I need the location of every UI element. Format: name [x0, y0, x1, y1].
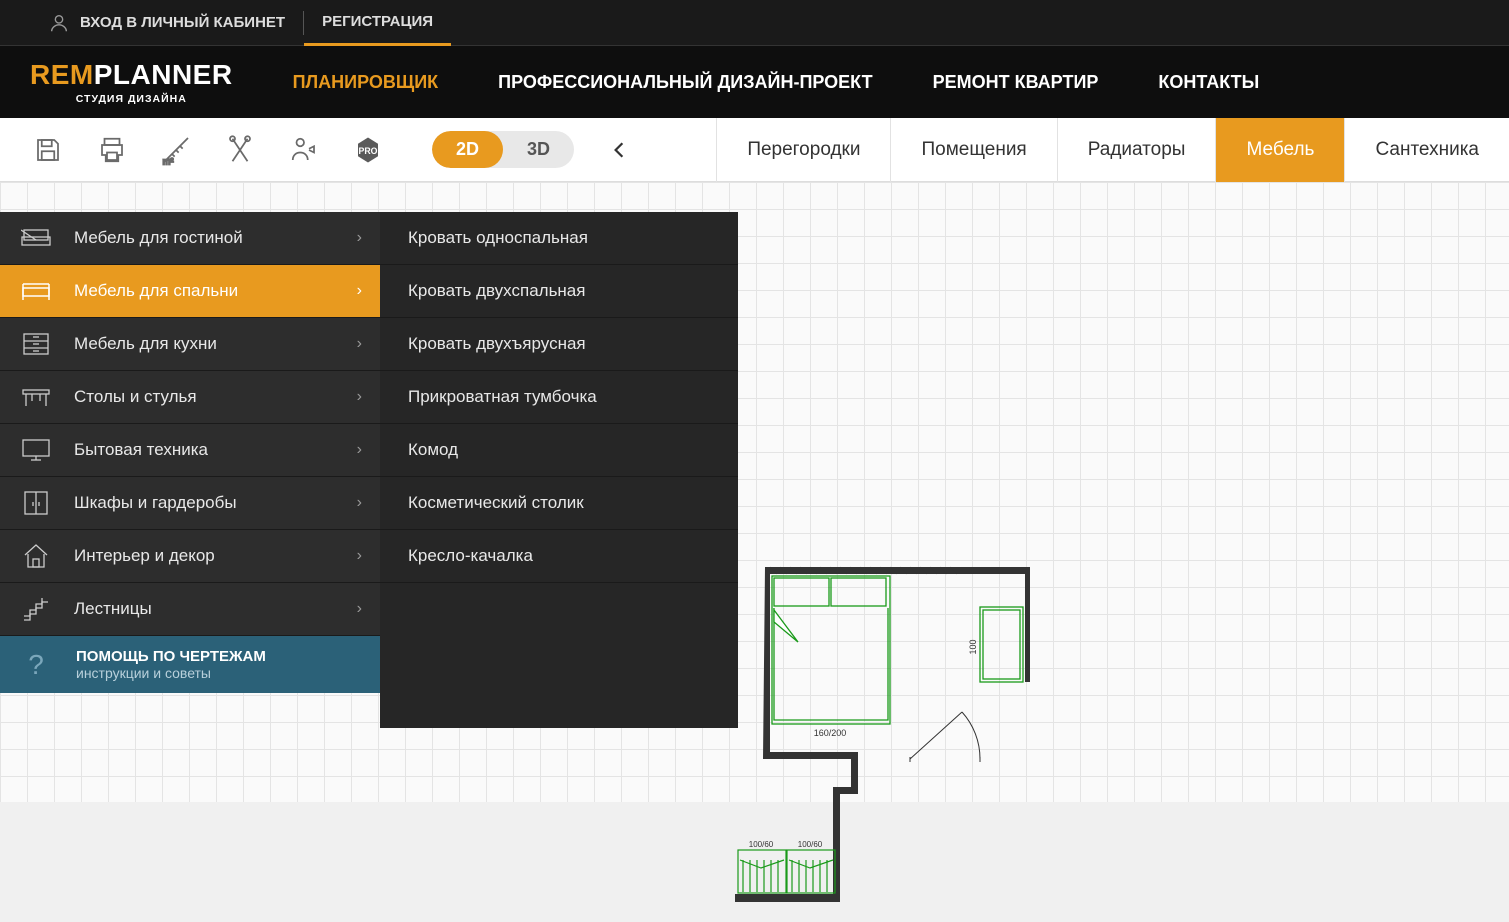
- sub-vanity[interactable]: Косметический столик: [380, 477, 738, 530]
- tab-plumbing[interactable]: Сантехника: [1344, 118, 1509, 182]
- question-icon: ?: [18, 649, 54, 681]
- register-link[interactable]: РЕГИСТРАЦИЯ: [304, 0, 451, 46]
- tab-rooms[interactable]: Помещения: [890, 118, 1056, 182]
- floorplan[interactable]: 160/200 100 100/6: [730, 562, 1060, 922]
- header: REMPLANNER СТУДИЯ ДИЗАЙНА ПЛАНИРОВЩИК ПР…: [0, 46, 1509, 118]
- sub-nightstand[interactable]: Прикроватная тумбочка: [380, 371, 738, 424]
- help-item[interactable]: ? ПОМОЩЬ ПО ЧЕРТЕЖАМ инструкции и советы: [0, 636, 380, 693]
- help-title: ПОМОЩЬ ПО ЧЕРТЕЖАМ: [76, 648, 266, 665]
- cat-label: Мебель для гостиной: [74, 228, 357, 248]
- cat-label: Столы и стулья: [74, 387, 357, 407]
- cat-label: Бытовая техника: [74, 440, 357, 460]
- pro-badge-icon[interactable]: PRO: [350, 132, 386, 168]
- tab-radiators[interactable]: Радиаторы: [1057, 118, 1216, 182]
- chevron-right-icon: ›: [357, 388, 362, 406]
- view-2d-button[interactable]: 2D: [432, 131, 503, 168]
- house-icon: [18, 543, 54, 569]
- cat-decor[interactable]: Интерьер и декор ›: [0, 530, 380, 583]
- stairs-icon: [18, 596, 54, 622]
- logo-planner: PLANNER: [94, 59, 233, 90]
- save-icon[interactable]: [30, 132, 66, 168]
- chevron-right-icon: ›: [357, 547, 362, 565]
- wardrobe-icon: [18, 490, 54, 516]
- login-link[interactable]: ВХОД В ЛИЧНЫЙ КАБИНЕТ: [30, 0, 303, 46]
- cat-bedroom[interactable]: Мебель для спальни ›: [0, 265, 380, 318]
- register-label: РЕГИСТРАЦИЯ: [322, 13, 433, 30]
- cat-stairs[interactable]: Лестницы ›: [0, 583, 380, 636]
- nav-renovation[interactable]: РЕМОНТ КВАРТИР: [933, 72, 1099, 93]
- login-label: ВХОД В ЛИЧНЫЙ КАБИНЕТ: [80, 14, 285, 31]
- user-icon: [48, 12, 70, 34]
- cat-label: Интерьер и декор: [74, 546, 357, 566]
- nav-design[interactable]: ПРОФЕССИОНАЛЬНЫЙ ДИЗАЙН-ПРОЕКТ: [498, 72, 872, 93]
- chevron-right-icon: ›: [357, 335, 362, 353]
- bed-dim-label: 160/200: [814, 728, 847, 738]
- bed-icon: [18, 280, 54, 302]
- cat-label: Шкафы и гардеробы: [74, 493, 357, 513]
- svg-text:PRO: PRO: [359, 145, 378, 155]
- nav-contacts[interactable]: КОНТАКТЫ: [1158, 72, 1259, 93]
- cat-wardrobes[interactable]: Шкафы и гардеробы ›: [0, 477, 380, 530]
- wardrobe-dim-1: 100/60: [749, 840, 774, 849]
- drawers-icon: [18, 332, 54, 356]
- cat-label: Мебель для спальни: [74, 281, 357, 301]
- person-icon[interactable]: [286, 132, 322, 168]
- tab-furniture[interactable]: Мебель: [1215, 118, 1344, 182]
- submenu-filler: [380, 583, 738, 728]
- chevron-right-icon: ›: [357, 494, 362, 512]
- tabs-scroll-left[interactable]: [594, 141, 644, 159]
- sub-bed-bunk[interactable]: Кровать двухъярусная: [380, 318, 738, 371]
- tools-icon[interactable]: [222, 132, 258, 168]
- category-sidebar: Мебель для гостиной › Мебель для спальни…: [0, 212, 380, 693]
- sub-dresser[interactable]: Комод: [380, 424, 738, 477]
- sofa-icon: [18, 227, 54, 249]
- submenu: Кровать односпальная Кровать двухспальна…: [380, 212, 738, 728]
- chevron-right-icon: ›: [357, 600, 362, 618]
- help-subtitle: инструкции и советы: [76, 665, 266, 681]
- main-nav: ПЛАНИРОВЩИК ПРОФЕССИОНАЛЬНЫЙ ДИЗАЙН-ПРОЕ…: [293, 72, 1260, 93]
- tagline: СТУДИЯ ДИЗАЙНА: [70, 93, 193, 105]
- nav-planner[interactable]: ПЛАНИРОВЩИК: [293, 72, 439, 93]
- cat-tables-chairs[interactable]: Столы и стулья ›: [0, 371, 380, 424]
- closet-dim-label: 100: [968, 639, 978, 654]
- print-icon[interactable]: [94, 132, 130, 168]
- tab-partitions[interactable]: Перегородки: [716, 118, 890, 182]
- table-icon: [18, 386, 54, 408]
- cat-label: Мебель для кухни: [74, 334, 357, 354]
- chevron-right-icon: ›: [357, 282, 362, 300]
- chevron-right-icon: ›: [357, 229, 362, 247]
- cat-appliances[interactable]: Бытовая техника ›: [0, 424, 380, 477]
- sub-rocking-chair[interactable]: Кресло-качалка: [380, 530, 738, 583]
- view-toggle: 2D 3D: [432, 131, 574, 168]
- view-3d-button[interactable]: 3D: [503, 131, 574, 168]
- wardrobe-dim-2: 100/60: [798, 840, 823, 849]
- toolbar: m² PRO 2D 3D Перегородки Помещения Радиа…: [0, 118, 1509, 182]
- cat-kitchen[interactable]: Мебель для кухни ›: [0, 318, 380, 371]
- logo[interactable]: REMPLANNER СТУДИЯ ДИЗАЙНА: [30, 59, 233, 105]
- svg-text:m²: m²: [163, 156, 174, 165]
- category-tabs: Перегородки Помещения Радиаторы Мебель С…: [716, 118, 1509, 182]
- measure-icon[interactable]: m²: [158, 132, 194, 168]
- chevron-right-icon: ›: [357, 441, 362, 459]
- sub-bed-single[interactable]: Кровать односпальная: [380, 212, 738, 265]
- cat-living-room[interactable]: Мебель для гостиной ›: [0, 212, 380, 265]
- cat-label: Лестницы: [74, 599, 357, 619]
- sub-bed-double[interactable]: Кровать двухспальная: [380, 265, 738, 318]
- monitor-icon: [18, 438, 54, 462]
- logo-rem: REM: [30, 59, 94, 90]
- top-bar: ВХОД В ЛИЧНЫЙ КАБИНЕТ РЕГИСТРАЦИЯ: [0, 0, 1509, 46]
